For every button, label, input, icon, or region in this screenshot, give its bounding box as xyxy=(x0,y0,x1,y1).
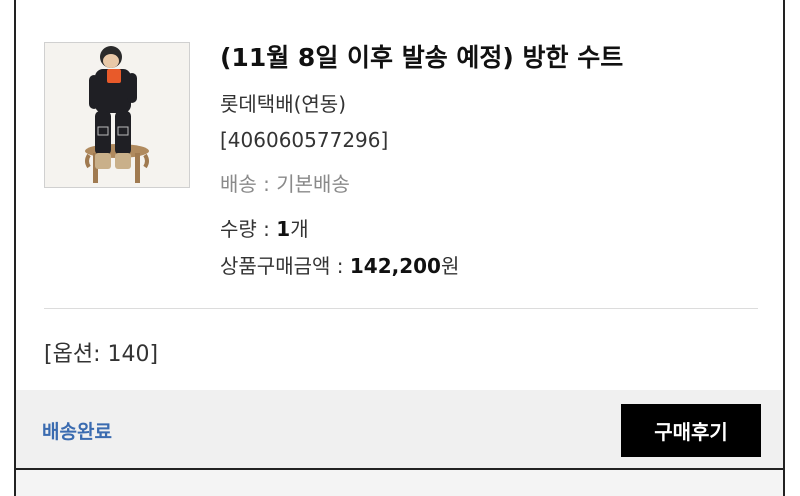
delivery-status-link[interactable]: 배송완료 xyxy=(42,417,112,444)
order-action-bar: 배송완료 구매후기 xyxy=(16,390,783,468)
quantity-unit: 개 xyxy=(290,217,309,241)
quantity-value: 1 xyxy=(276,217,291,241)
quantity-label: 수량 : xyxy=(220,217,277,241)
next-order-card xyxy=(14,470,785,496)
amount-row: 상품구매금액 : 142,200원 xyxy=(220,250,459,279)
product-option: [옵션: 140] xyxy=(44,342,159,367)
write-review-button[interactable]: 구매후기 xyxy=(621,404,761,457)
tracking-number[interactable]: [406060577296] xyxy=(220,128,388,152)
amount-value: 142,200 xyxy=(349,254,441,278)
section-divider xyxy=(44,308,758,309)
product-thumbnail[interactable] xyxy=(44,42,190,188)
quantity-row: 수량 : 1개 xyxy=(220,213,309,242)
amount-label: 상품구매금액 : xyxy=(220,254,350,278)
order-item-card: (11월 8일 이후 발송 예정) 방한 수트 롯데택배(연동) [406060… xyxy=(14,0,785,470)
shipping-method: 배송 : 기본배송 xyxy=(220,172,350,196)
product-title[interactable]: (11월 8일 이후 발송 예정) 방한 수트 xyxy=(220,38,623,74)
carrier-name: 롯데택배(연동) xyxy=(220,92,347,116)
snowsuit-photo-icon xyxy=(45,43,189,187)
order-detail-page: (11월 8일 이후 발송 예정) 방한 수트 롯데택배(연동) [406060… xyxy=(0,0,800,496)
amount-unit: 원 xyxy=(440,254,460,278)
